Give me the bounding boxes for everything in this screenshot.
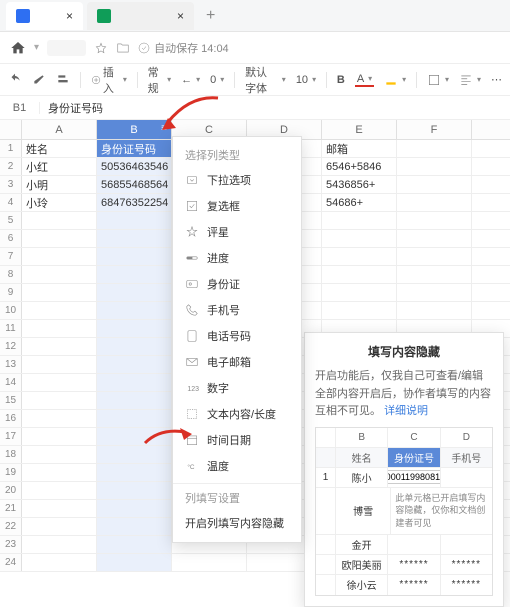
col-E[interactable]: E xyxy=(322,120,397,139)
cell[interactable]: 姓名 xyxy=(22,140,97,157)
svg-text:°C: °C xyxy=(187,463,195,471)
document-tab-1[interactable]: × xyxy=(6,2,83,30)
menu-dropdown[interactable]: 下拉选项 xyxy=(173,167,301,193)
column-type-menu: 选择列类型 下拉选项 复选框 评星 进度 身份证 手机号 电话号码 电子邮箱 1… xyxy=(172,136,302,543)
title-bar: ▾ 自动保存 14:04 xyxy=(0,32,510,64)
col-A[interactable]: A xyxy=(22,120,97,139)
menu-checkbox[interactable]: 复选框 xyxy=(173,193,301,219)
popover-title: 填写内容隐藏 xyxy=(315,343,493,360)
document-title[interactable] xyxy=(47,40,86,56)
fontsize-select[interactable]: 10 xyxy=(296,74,316,86)
formula-bar[interactable]: 身份证号码 xyxy=(40,100,111,116)
popover-link[interactable]: 详细说明 xyxy=(384,405,428,417)
cell[interactable]: 身份证号码 xyxy=(97,140,172,157)
popover-desc: 开启功能后，仅我自己可查看/编辑全部内容开启后，协作者填写的内容互相不可见。 详… xyxy=(315,368,493,421)
undo-button[interactable] xyxy=(8,73,22,87)
tab-close[interactable]: × xyxy=(177,9,184,23)
align-button[interactable] xyxy=(459,73,481,87)
col-F[interactable]: F xyxy=(397,120,472,139)
col-B[interactable]: B≡ xyxy=(97,120,172,139)
font-select[interactable]: 默认字体 xyxy=(245,64,286,96)
chevron-down-icon[interactable]: ▾ xyxy=(34,42,39,53)
col-menu-icon: ≡ xyxy=(161,123,167,134)
fill-color-button[interactable] xyxy=(384,73,406,87)
menu-progress[interactable]: 进度 xyxy=(173,245,301,271)
format-button[interactable] xyxy=(56,73,70,87)
menu-email[interactable]: 电子邮箱 xyxy=(173,349,301,375)
cell-reference[interactable]: B1 xyxy=(0,102,40,114)
name-box-row: B1 身份证号码 xyxy=(0,96,510,120)
menu-phone[interactable]: 电话号码 xyxy=(173,323,301,349)
mini-preview-table: B C D 姓名 身份证号 手机号 1 陈小 - 博雪 此单元格已开启填写内容隐… xyxy=(315,427,493,596)
mini-input[interactable] xyxy=(388,470,440,484)
insert-button[interactable]: 插入 xyxy=(91,64,127,96)
mini-note: 此单元格已开启填写内容隐藏，仅你和文档创建者可见 xyxy=(391,488,492,534)
folder-icon[interactable] xyxy=(116,41,130,55)
title-icons xyxy=(94,41,130,55)
border-button[interactable] xyxy=(427,73,449,87)
home-icon[interactable] xyxy=(10,40,26,56)
tab-close[interactable]: × xyxy=(66,9,73,23)
menu-date[interactable]: 时间日期 xyxy=(173,427,301,453)
menu-text[interactable]: 文本内容/长度 xyxy=(173,401,301,427)
sheet-icon xyxy=(97,9,111,23)
menu-rating[interactable]: 评星 xyxy=(173,219,301,245)
menu-header-2: 列填写设置 xyxy=(173,483,301,510)
svg-text:123: 123 xyxy=(187,386,199,393)
doc-icon xyxy=(16,9,30,23)
decimals2[interactable]: 0 xyxy=(210,74,224,86)
paint-button[interactable] xyxy=(32,73,46,87)
style-select[interactable]: 常规 xyxy=(148,64,172,96)
autosave-text: 自动保存 14:04 xyxy=(154,40,229,56)
decimals[interactable]: ← xyxy=(181,74,200,86)
cell[interactable]: 邮箱 xyxy=(322,140,397,157)
text-color-button[interactable]: A xyxy=(355,73,374,87)
bold-button[interactable]: B xyxy=(337,74,345,86)
menu-idcard[interactable]: 身份证 xyxy=(173,271,301,297)
document-tab-2[interactable]: × xyxy=(87,2,194,30)
more-button[interactable]: ⋯ xyxy=(491,73,502,86)
menu-mobile[interactable]: 手机号 xyxy=(173,297,301,323)
autosave-status: 自动保存 14:04 xyxy=(138,40,229,56)
menu-number[interactable]: 123数字 xyxy=(173,375,301,401)
hide-content-popover: 填写内容隐藏 开启功能后，仅我自己可查看/编辑全部内容开启后，协作者填写的内容互… xyxy=(304,332,504,607)
menu-enable-hide[interactable]: 开启列填写内容隐藏 xyxy=(173,510,301,536)
menu-temp[interactable]: °C温度 xyxy=(173,453,301,479)
menu-header: 选择列类型 xyxy=(173,143,301,167)
select-all[interactable] xyxy=(0,120,22,139)
tab-bar: × × + xyxy=(0,0,510,32)
star-icon[interactable] xyxy=(94,41,108,55)
check-icon xyxy=(138,42,150,54)
add-tab-button[interactable]: + xyxy=(198,7,223,25)
toolbar: 插入 常规 ← 0 默认字体 10 B A ⋯ xyxy=(0,64,510,96)
